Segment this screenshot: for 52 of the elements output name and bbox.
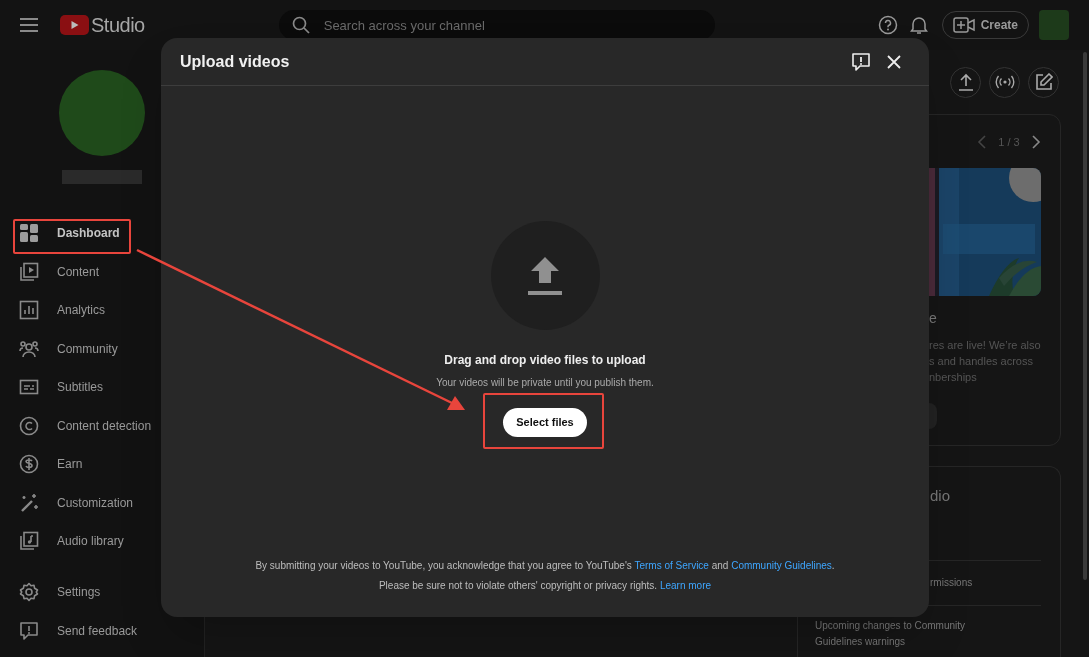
video-stack-icon bbox=[19, 261, 39, 282]
people-icon bbox=[19, 338, 39, 359]
card-text: nberships bbox=[929, 370, 978, 385]
settings-icon bbox=[19, 582, 39, 602]
sidebar-item[interactable]: Audio library bbox=[0, 522, 204, 561]
copyright-icon bbox=[19, 415, 39, 436]
edit-icon bbox=[1034, 73, 1053, 91]
close-icon[interactable] bbox=[887, 54, 901, 69]
upload-arrow-icon bbox=[528, 254, 562, 297]
news-item[interactable]: rmissions bbox=[930, 574, 1089, 591]
help-icon[interactable] bbox=[877, 15, 898, 35]
legal-text: By submitting your videos to YouTube, you acknowledge that you agree to YouTube's Terms of Service and Community Guidelines. bbox=[255, 559, 835, 573]
link[interactable]: Terms of Service bbox=[634, 560, 709, 571]
logo-text: Studio bbox=[91, 13, 145, 38]
bell-icon[interactable] bbox=[909, 15, 928, 35]
sidebar-item[interactable]: Customization bbox=[0, 483, 204, 522]
broadcast-icon bbox=[994, 75, 1015, 89]
search-icon bbox=[291, 16, 310, 34]
scrollbar[interactable] bbox=[1083, 52, 1087, 580]
chevron-right-icon[interactable] bbox=[1031, 135, 1041, 149]
dollar-icon bbox=[19, 454, 39, 475]
upload-icon bbox=[957, 73, 974, 91]
sidebar-item[interactable]: Settings bbox=[0, 572, 204, 612]
sidebar-item[interactable]: Content detection bbox=[0, 406, 204, 445]
link[interactable]: Learn more bbox=[659, 580, 712, 591]
sidebar-item[interactable]: Send feedback bbox=[0, 611, 204, 651]
news-item[interactable]: Upcoming changes to Community Guidelines warnings bbox=[815, 617, 995, 650]
sidebar-item[interactable]: Analytics bbox=[0, 291, 204, 330]
sidebar-item[interactable]: Community bbox=[0, 329, 204, 368]
logo-icon bbox=[60, 15, 89, 35]
sidebar-item[interactable]: Dashboard bbox=[0, 214, 204, 253]
upload-heading: Drag and drop video files to upload bbox=[444, 352, 646, 369]
feedback-icon bbox=[19, 621, 39, 641]
link[interactable]: Community Guidelines bbox=[731, 560, 832, 571]
sidebar-item[interactable]: Earn bbox=[0, 445, 204, 484]
video-plus-icon bbox=[952, 17, 975, 33]
dashboard-icon bbox=[19, 223, 39, 244]
legal-text: Please be sure not to violate others' copyright or privacy rights. Learn more bbox=[378, 579, 712, 593]
menu-icon[interactable] bbox=[20, 18, 38, 32]
bar-chart-icon bbox=[19, 300, 39, 321]
upload-subtext: Your videos will be private until you publish them. bbox=[436, 376, 654, 390]
dialog-title: Upload videos bbox=[180, 51, 291, 72]
sidebar-item[interactable]: Subtitles bbox=[0, 368, 204, 407]
search-field[interactable]: Search across your channel bbox=[278, 10, 715, 40]
magic-wand-icon bbox=[19, 492, 39, 513]
feedback-icon[interactable] bbox=[851, 51, 871, 72]
page-counter: 1 / 3 bbox=[997, 134, 1021, 150]
card-title: dio bbox=[929, 486, 952, 506]
sidebar-item[interactable]: Content bbox=[0, 252, 204, 291]
select-files-button[interactable]: Select files bbox=[503, 408, 587, 437]
card-title: e bbox=[929, 309, 938, 328]
music-stack-icon bbox=[19, 531, 39, 552]
